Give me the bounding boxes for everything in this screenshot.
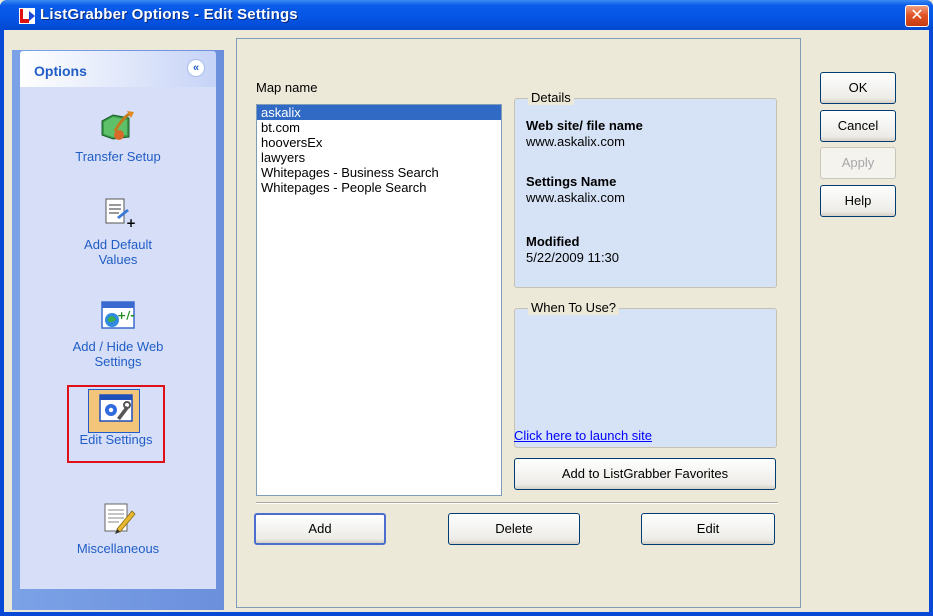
miscellaneous-icon xyxy=(99,501,137,535)
add-hide-web-settings-icon: +/- xyxy=(99,299,137,333)
website-file-name-value: www.askalix.com xyxy=(526,134,625,149)
list-item[interactable]: Whitepages - Business Search xyxy=(257,165,501,180)
sidebar-item-add-default-values[interactable]: + Add Default Values xyxy=(20,197,216,267)
options-panel: Options « Transfer Setup + Add Default V… xyxy=(20,51,216,589)
edit-button[interactable]: Edit xyxy=(641,513,775,545)
close-button[interactable]: ✕ xyxy=(905,5,929,27)
list-item[interactable]: Whitepages - People Search xyxy=(257,180,501,195)
add-default-values-icon: + xyxy=(99,197,137,231)
apply-button[interactable]: Apply xyxy=(820,147,896,179)
modified-value: 5/22/2009 11:30 xyxy=(526,250,620,265)
details-group-title: Details xyxy=(528,90,574,105)
map-name-label: Map name xyxy=(256,80,318,95)
when-to-use-title: When To Use? xyxy=(528,300,620,315)
selected-item-highlight xyxy=(67,385,165,463)
title-bar[interactable]: ListGrabber Options - Edit Settings ✕ xyxy=(0,0,933,30)
delete-button[interactable]: Delete xyxy=(448,513,580,545)
window-title: ListGrabber Options - Edit Settings xyxy=(40,6,298,23)
svg-text:+: + xyxy=(126,216,136,230)
list-item[interactable]: hooversEx xyxy=(257,135,501,150)
map-name-list[interactable]: askalix bt.com hooversEx lawyers Whitepa… xyxy=(256,104,502,496)
when-to-use-group xyxy=(514,308,777,448)
help-button[interactable]: Help xyxy=(820,185,896,217)
transfer-setup-icon xyxy=(99,109,137,143)
options-panel-header[interactable]: Options « xyxy=(20,51,216,87)
add-button[interactable]: Add xyxy=(254,513,386,545)
dialog-client-area: Options « Transfer Setup + Add Default V… xyxy=(4,30,929,612)
collapse-chevron-icon[interactable]: « xyxy=(187,59,205,77)
sidebar-item-label: Transfer Setup xyxy=(75,149,161,164)
sidebar-item-label: Miscellaneous xyxy=(76,541,160,556)
add-to-favorites-button[interactable]: Add to ListGrabber Favorites xyxy=(514,458,776,490)
sidebar-item-miscellaneous[interactable]: Miscellaneous xyxy=(20,501,216,556)
list-item[interactable]: bt.com xyxy=(257,120,501,135)
settings-name-value: www.askalix.com xyxy=(526,190,625,205)
bottom-separator xyxy=(256,502,778,504)
svg-text:+/-: +/- xyxy=(117,309,135,322)
list-item[interactable]: askalix xyxy=(257,105,501,120)
options-panel-title: Options xyxy=(34,63,87,79)
options-sidebar: Options « Transfer Setup + Add Default V… xyxy=(12,50,224,610)
cancel-button[interactable]: Cancel xyxy=(820,110,896,142)
launch-site-link[interactable]: Click here to launch site xyxy=(514,428,652,443)
modified-label: Modified xyxy=(526,234,580,249)
listgrabber-logo-icon xyxy=(19,8,35,24)
sidebar-item-label: Add Default Values xyxy=(84,237,152,267)
ok-button[interactable]: OK xyxy=(820,72,896,104)
sidebar-item-label: Add / Hide Web Settings xyxy=(72,339,164,369)
dialog-window: ListGrabber Options - Edit Settings ✕ Op… xyxy=(0,0,933,616)
list-item[interactable]: lawyers xyxy=(257,150,501,165)
settings-name-label: Settings Name xyxy=(526,174,617,189)
sidebar-item-add-hide-web-settings[interactable]: +/- Add / Hide Web Settings xyxy=(20,299,216,369)
website-file-name-label: Web site/ file name xyxy=(526,118,643,133)
sidebar-item-transfer-setup[interactable]: Transfer Setup xyxy=(20,109,216,164)
